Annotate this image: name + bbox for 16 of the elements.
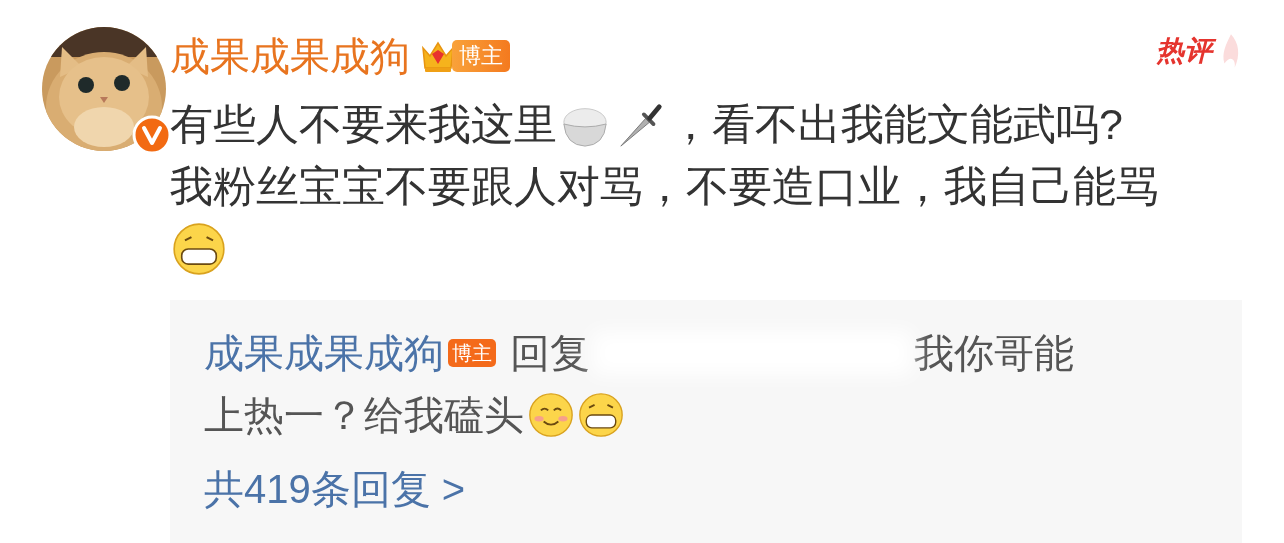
- dagger-icon: [617, 101, 665, 149]
- reply-text: 上热一？给我磕头: [204, 391, 524, 439]
- author-badge: 博主: [452, 40, 510, 72]
- comment-text: 有些人不要来我这里: [170, 99, 557, 150]
- comment-text: ，看不出我能文能武吗?: [669, 99, 1123, 150]
- grinning-face-icon: [172, 222, 226, 276]
- author-name[interactable]: 成果成果成狗: [170, 36, 410, 76]
- comment-text: 我粉丝宝宝不要跟人对骂，不要造口业，我自己能骂: [170, 161, 1159, 212]
- author-badge: 博主: [448, 339, 496, 367]
- more-replies-link[interactable]: 共419条回复 >: [204, 461, 466, 517]
- grinning-face-icon: [578, 392, 624, 438]
- smiling-face-icon: [528, 392, 574, 438]
- reply-text: 回复: [510, 329, 590, 377]
- reply-author[interactable]: 成果成果成狗: [204, 325, 444, 381]
- reply-text: 我你哥能: [914, 329, 1074, 377]
- hot-comment-label: 热评: [1154, 30, 1218, 72]
